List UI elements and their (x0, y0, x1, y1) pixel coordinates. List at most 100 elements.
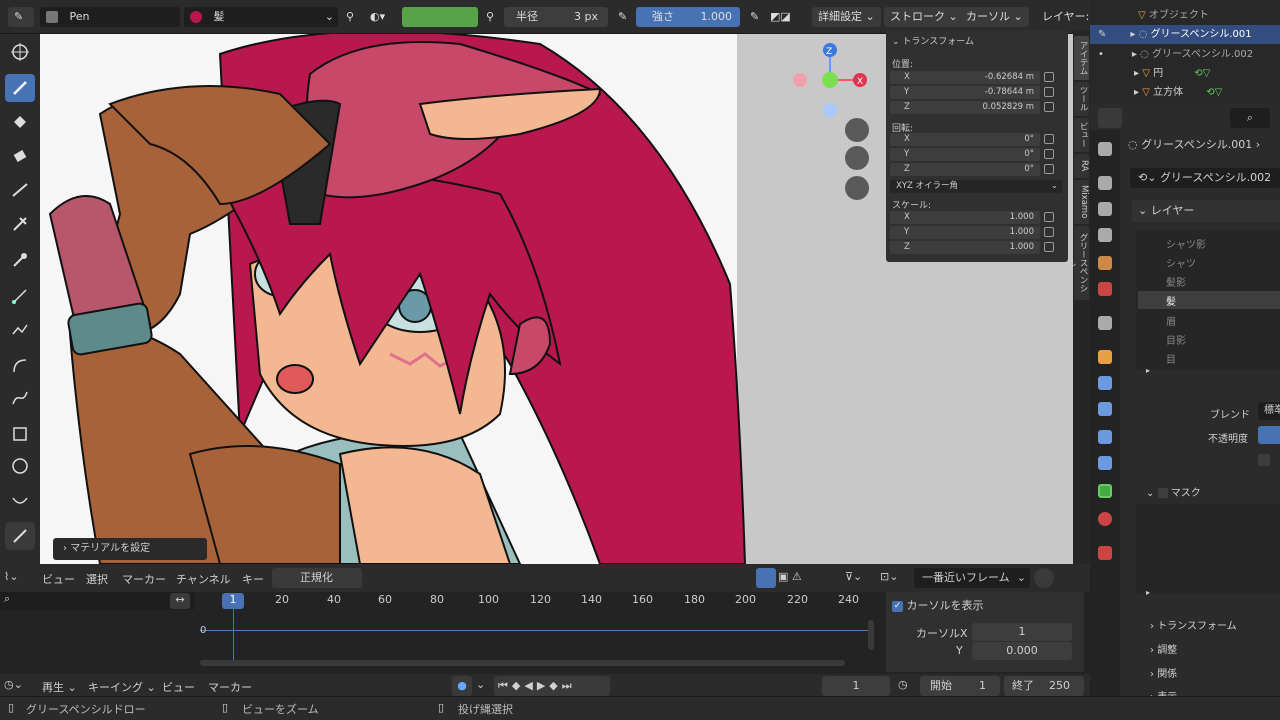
tint-tool-icon[interactable] (5, 176, 35, 204)
zoom-icon[interactable] (845, 118, 869, 142)
end-frame-field[interactable]: 終了 250 (1004, 676, 1084, 696)
lock-icon[interactable] (1044, 242, 1054, 252)
advanced-menu[interactable]: 詳細設定 ⌄ (812, 7, 881, 27)
particles-tab-icon[interactable] (1098, 402, 1112, 416)
circle-tool-icon[interactable] (5, 452, 35, 480)
rotation-z-field[interactable]: Z 0° (890, 163, 1040, 176)
rotation-mode-select[interactable]: XYZ オイラー角 ⌄ (890, 180, 1062, 193)
record-icon[interactable]: ● (452, 676, 472, 696)
transport-controls[interactable]: ⏮◆◀▶◆⏭ (494, 676, 610, 696)
menu-marker[interactable]: マーカー (122, 571, 166, 587)
collection-tab-icon[interactable] (1098, 316, 1112, 330)
cutter-tool-icon[interactable] (5, 210, 35, 238)
tab-item[interactable]: アイテム (1074, 36, 1089, 80)
menu-key[interactable]: キー (242, 571, 264, 587)
blend-select[interactable]: 標準 (1258, 402, 1280, 420)
marker-menu[interactable]: マーカー (208, 679, 252, 695)
erase-tool-icon[interactable] (5, 142, 35, 170)
box-select-icon[interactable]: ▣ ⚠ (778, 570, 802, 583)
lock-icon[interactable] (1044, 164, 1054, 174)
box-tool-icon[interactable] (5, 420, 35, 448)
pressure-icon-2[interactable]: ✎ (744, 7, 762, 27)
cursor-y-field[interactable]: 0.000 (972, 642, 1072, 660)
clock-icon[interactable]: ◷⌄ (4, 678, 23, 691)
physics-tab-icon[interactable] (1098, 430, 1112, 444)
pin-icon[interactable]: ⚲ (340, 7, 358, 27)
pivot-icon[interactable]: ⊡⌄ (880, 570, 898, 583)
render-tab-icon[interactable] (1098, 176, 1112, 190)
mask-list[interactable] (1136, 504, 1280, 594)
menu-select[interactable]: 選択 (86, 571, 108, 587)
eyedropper-tool-icon[interactable] (5, 246, 35, 274)
scene-tab-icon[interactable] (1098, 256, 1112, 270)
draw-tool-icon[interactable] (5, 74, 35, 102)
lock-icon[interactable] (1044, 227, 1054, 237)
data-tab-icon[interactable] (1098, 484, 1112, 498)
chevron-down-icon[interactable]: ⌄ (476, 678, 485, 691)
arc-tool-icon[interactable] (5, 352, 35, 380)
layer-item[interactable]: シャツ (1166, 255, 1196, 270)
location-x-field[interactable]: X -0.62684 m (890, 71, 1040, 84)
channel-search[interactable]: ⌕ (0, 592, 195, 610)
modifier-tab-icon[interactable] (1098, 376, 1112, 390)
brush-settings-icon[interactable]: ◩◪ (764, 7, 802, 27)
normalize-toggle[interactable]: 正規化 (272, 568, 362, 588)
tab-mixamo[interactable]: Mixamo (1074, 180, 1089, 224)
cursor-tool-icon[interactable] (5, 38, 35, 66)
camera-view-icon[interactable] (845, 176, 869, 200)
editor-type-icon[interactable]: ⌇⌄ (4, 570, 19, 583)
scale-x-field[interactable]: X 1.000 (890, 211, 1040, 224)
interpolate-tool-icon[interactable] (5, 486, 35, 514)
layer-item[interactable]: 眉 (1166, 313, 1176, 328)
location-z-field[interactable]: Z 0.052829 m (890, 101, 1040, 114)
layer-item[interactable]: シャツ影 (1166, 236, 1206, 251)
swap-icon[interactable]: ↔ (170, 593, 190, 609)
editor-type-icon[interactable] (1098, 108, 1122, 128)
pan-hand-icon[interactable] (845, 146, 869, 170)
vertex-color-swatch[interactable] (402, 7, 478, 27)
scale-y-field[interactable]: Y 1.000 (890, 226, 1040, 239)
constraints-tab-icon[interactable] (1098, 456, 1112, 470)
tab-tool[interactable]: ツール (1074, 82, 1089, 116)
menu-channel[interactable]: チャンネル (176, 571, 231, 587)
start-frame-field[interactable]: 開始 1 (920, 676, 1000, 696)
layer-item[interactable]: 髪影 (1166, 274, 1186, 289)
layers-panel-header[interactable]: ⌄ レイヤー (1132, 200, 1280, 222)
lock-icon[interactable] (1044, 149, 1054, 159)
rotation-y-field[interactable]: Y 0° (890, 148, 1040, 161)
pressure-icon[interactable]: ✎ (612, 7, 630, 27)
proportional-icon[interactable] (1034, 568, 1054, 588)
select-icon[interactable] (756, 568, 776, 588)
location-y-field[interactable]: Y -0.78644 m (890, 86, 1040, 99)
outliner-item[interactable]: ▸ ▽ 立方体 ⟲▽ (1090, 83, 1280, 102)
current-frame-field[interactable]: 1 (822, 676, 890, 696)
lock-icon[interactable] (1044, 87, 1054, 97)
section-relations[interactable]: › 関係 (1150, 665, 1177, 680)
cursor-x-field[interactable]: 1 (972, 623, 1072, 641)
texture-tab-icon[interactable] (1098, 546, 1112, 560)
fill-tool-icon[interactable] (5, 108, 35, 136)
lock-icon[interactable] (1044, 134, 1054, 144)
material-selector[interactable]: 髪 ⌄ (184, 7, 338, 27)
tab-view[interactable]: ビュー (1074, 118, 1089, 152)
material-tab-icon[interactable] (1098, 512, 1112, 526)
menu-view[interactable]: ビュー (42, 571, 75, 587)
outliner-item[interactable]: • ▸ ◌ グリースペンシル.002 (1090, 45, 1280, 64)
layer-item-active[interactable]: 髪 (1138, 291, 1280, 309)
checkbox[interactable] (1258, 454, 1270, 466)
expand-icon[interactable]: ▸ (1146, 588, 1150, 597)
stroke-menu[interactable]: ストローク ⌄ (884, 7, 964, 27)
mode-icon[interactable]: ✎ (8, 7, 34, 27)
snap-select[interactable]: 一番近いフレーム ⌄ (914, 568, 1030, 588)
tool-tab-icon[interactable] (1098, 142, 1112, 156)
curve-tool-icon[interactable] (5, 384, 35, 412)
expand-icon[interactable]: ▸ (1146, 366, 1150, 375)
mask-panel-header[interactable]: ⌄ マスク (1146, 484, 1201, 499)
radius-field[interactable]: 半径 3 px (504, 7, 608, 27)
layer-item[interactable]: 目 (1166, 351, 1176, 366)
outliner-item[interactable]: ▸ ▽ 円 ⟲▽ (1090, 64, 1280, 83)
brush-selector[interactable]: Pen (40, 7, 180, 27)
object-tab-icon[interactable] (1098, 350, 1112, 364)
cursor-menu[interactable]: カーソル ⌄ (960, 7, 1029, 27)
filter-icon[interactable]: ⊽⌄ (845, 570, 862, 583)
